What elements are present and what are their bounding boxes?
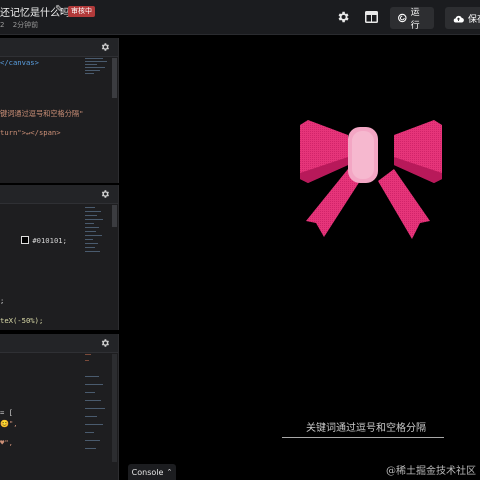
panel-settings-icon[interactable]: [100, 42, 110, 52]
status-badge: 审核中: [68, 6, 95, 17]
code-line: 😊",: [0, 419, 18, 428]
scrollbar[interactable]: [112, 354, 117, 462]
bow-right-tail: [378, 169, 430, 239]
html-editor-panel[interactable]: </canvas> 键词通过逗号和空格分隔" turn">↵</span>: [0, 38, 119, 183]
code-minimap[interactable]: [85, 207, 111, 277]
settings-gear-icon[interactable]: [331, 5, 355, 29]
code-line: </canvas>: [0, 58, 39, 67]
save-button[interactable]: 保存: [445, 7, 480, 29]
bow-illustration: [300, 120, 442, 239]
cloud-upload-icon: [453, 15, 464, 23]
run-button[interactable]: 运行: [390, 7, 434, 31]
project-meta: 2 2分钟前: [0, 20, 38, 30]
code-line: = [: [0, 408, 13, 417]
save-label: 保存: [468, 14, 480, 25]
code-line: ;: [0, 296, 5, 305]
panel-settings-icon[interactable]: [100, 338, 110, 348]
meta-time: 2分钟前: [12, 21, 39, 29]
edit-title-icon[interactable]: ✎: [55, 4, 63, 15]
code-line: 键词通过逗号和空格分隔": [0, 109, 84, 118]
code-minimap[interactable]: [85, 58, 111, 98]
js-editor-panel[interactable]: = [ 😊", ♥",: [0, 334, 119, 480]
watermark: @稀土掘金技术社区: [386, 466, 476, 477]
js-panel-header: [0, 334, 118, 353]
code-minimap[interactable]: [85, 354, 111, 474]
top-bar: 还记忆是什么吗? ✎ 审核中 2 2分钟前 运行 保存: [0, 0, 480, 35]
console-label: Console: [131, 467, 164, 477]
project-title: 还记忆是什么吗?: [0, 8, 76, 19]
bow-knot-highlight: [352, 131, 374, 179]
code-line: turn">↵</span>: [0, 128, 61, 137]
css-panel-header: [0, 185, 118, 204]
console-toggle-button[interactable]: Console ⌃: [128, 464, 176, 480]
panel-settings-icon[interactable]: [100, 189, 110, 199]
html-panel-header: [0, 38, 118, 57]
scrollbar[interactable]: [112, 205, 117, 227]
meta-count: 2: [0, 21, 5, 29]
keyword-caption: 关键词通过逗号和空格分隔: [306, 423, 426, 434]
scrollbar[interactable]: [112, 58, 117, 98]
layout-icon[interactable]: [359, 5, 383, 29]
run-icon: [398, 13, 407, 23]
caption-underline: [282, 437, 444, 438]
run-label: 运行: [410, 8, 420, 31]
code-line: teX(-50%);: [0, 316, 44, 325]
color-swatch-icon[interactable]: [21, 236, 30, 244]
chevron-up-icon: ⌃: [166, 468, 173, 476]
code-line: ♥",: [0, 438, 13, 447]
preview-canvas[interactable]: [120, 35, 480, 480]
css-editor-panel[interactable]: #010101; ; teX(-50%);: [0, 185, 119, 330]
code-line: #010101;: [4, 227, 67, 254]
